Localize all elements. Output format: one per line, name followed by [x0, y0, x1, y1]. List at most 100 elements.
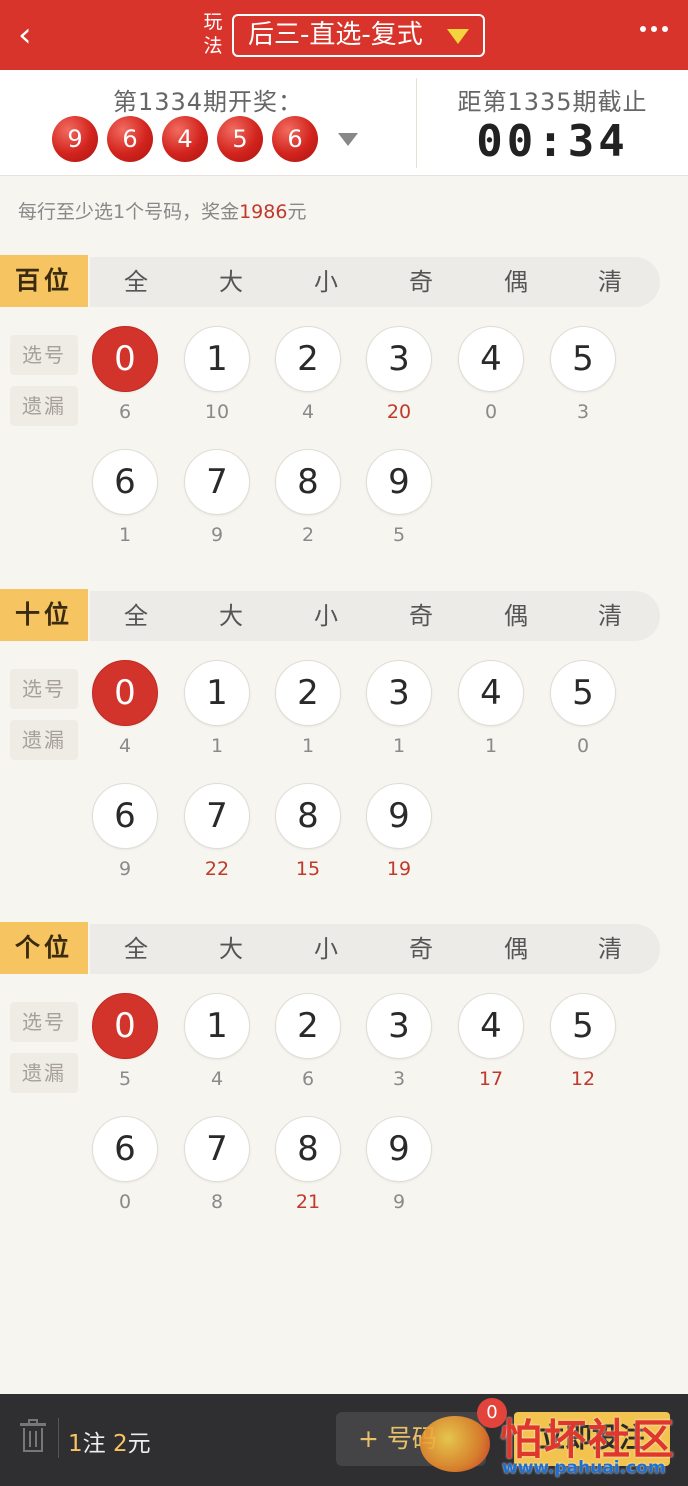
last-draw-balls: 9 6 4 5 6	[52, 116, 327, 164]
play-type-dropdown[interactable]: 后三-直选-复式	[232, 14, 485, 57]
quick-select-bar: 全大小奇偶清	[90, 257, 660, 307]
missing-count: 12	[570, 1068, 596, 1090]
missing-count: 3	[392, 1068, 406, 1090]
number-ball[interactable]: 9	[366, 783, 432, 849]
number-ball[interactable]: 7	[184, 783, 250, 849]
number-ball[interactable]: 0	[92, 326, 158, 392]
missing-count: 10	[204, 401, 230, 423]
selection-hint: 每行至少选1个号码，奖金1986元	[18, 197, 306, 224]
hint-suffix: 元	[287, 201, 307, 223]
number-ball[interactable]: 8	[275, 783, 341, 849]
missing-count: 0	[484, 401, 498, 423]
next-draw-title: 距第1335期截止	[457, 88, 648, 116]
quick-select-button[interactable]: 偶	[486, 924, 546, 974]
missing-count: 4	[118, 735, 132, 757]
quick-select-button[interactable]: 小	[296, 924, 356, 974]
number-ball[interactable]: 9	[366, 1116, 432, 1182]
quick-select-button[interactable]: 偶	[486, 591, 546, 641]
missing-count: 1	[484, 735, 498, 757]
more-icon[interactable]	[640, 26, 668, 34]
quick-select-button[interactable]: 大	[201, 257, 261, 307]
number-ball[interactable]: 4	[458, 993, 524, 1059]
missing-count: 21	[295, 1191, 321, 1213]
number-ball[interactable]: 7	[184, 1116, 250, 1182]
missing-count: 2	[301, 524, 315, 546]
missing-count: 5	[392, 524, 406, 546]
quick-select-bar: 全大小奇偶清	[90, 591, 660, 641]
missing-count: 0	[576, 735, 590, 757]
number-ball[interactable]: 5	[550, 993, 616, 1059]
number-ball[interactable]: 4	[458, 660, 524, 726]
expand-history-icon[interactable]	[338, 133, 358, 146]
missing-count: 1	[301, 735, 315, 757]
bet-unit: 注	[82, 1431, 106, 1457]
quick-select-button[interactable]: 大	[201, 591, 261, 641]
number-ball[interactable]: 8	[275, 449, 341, 515]
number-ball[interactable]: 3	[366, 326, 432, 392]
quick-select-button[interactable]: 全	[106, 591, 166, 641]
number-ball[interactable]: 5	[550, 326, 616, 392]
number-ball[interactable]: 6	[92, 783, 158, 849]
quick-select-button[interactable]: 清	[580, 257, 640, 307]
last-draw-title: 第1334期开奖：	[112, 88, 304, 116]
number-ball[interactable]: 4	[458, 326, 524, 392]
quick-select-button[interactable]: 全	[106, 257, 166, 307]
missing-count: 15	[295, 858, 321, 880]
quick-select-button[interactable]: 小	[296, 591, 356, 641]
place-bet-button[interactable]: 立即投注	[514, 1412, 670, 1466]
number-ball[interactable]: 5	[550, 660, 616, 726]
missing-count: 1	[210, 735, 224, 757]
number-ball[interactable]: 6	[92, 1116, 158, 1182]
missing-tag: 遗漏	[10, 1053, 78, 1093]
quick-select-button[interactable]: 清	[580, 591, 640, 641]
quick-select-bar: 全大小奇偶清	[90, 924, 660, 974]
basket-count-badge: 0	[477, 1398, 507, 1428]
back-arrow-icon[interactable]: ‹	[18, 18, 48, 52]
quick-select-button[interactable]: 大	[201, 924, 261, 974]
number-ball[interactable]: 1	[184, 660, 250, 726]
number-ball[interactable]: 0	[92, 660, 158, 726]
missing-count: 1	[392, 735, 406, 757]
number-ball[interactable]: 8	[275, 1116, 341, 1182]
select-tag: 选号	[10, 335, 78, 375]
number-ball[interactable]: 2	[275, 660, 341, 726]
select-tag: 选号	[10, 1002, 78, 1042]
number-ball[interactable]: 6	[92, 449, 158, 515]
missing-count: 3	[576, 401, 590, 423]
quick-select-button[interactable]: 小	[296, 257, 356, 307]
missing-tag: 遗漏	[10, 386, 78, 426]
countdown-timer: 00:34	[476, 116, 629, 167]
hint-prize: 1986	[239, 201, 288, 223]
number-ball[interactable]: 3	[366, 660, 432, 726]
quick-select-button[interactable]: 奇	[391, 591, 451, 641]
missing-count: 6	[301, 1068, 315, 1090]
missing-count: 8	[210, 1191, 224, 1213]
add-to-basket-button[interactable]: + 号码	[336, 1412, 486, 1466]
divider	[58, 1418, 59, 1458]
number-ball[interactable]: 1	[184, 993, 250, 1059]
number-ball[interactable]: 0	[92, 993, 158, 1059]
missing-count: 22	[204, 858, 230, 880]
number-ball[interactable]: 2	[275, 993, 341, 1059]
missing-count: 5	[118, 1068, 132, 1090]
trash-icon[interactable]	[20, 1419, 46, 1453]
quick-select-button[interactable]: 奇	[391, 924, 451, 974]
number-ball[interactable]: 9	[366, 449, 432, 515]
bet-count: 1	[68, 1431, 83, 1457]
quick-select-button[interactable]: 奇	[391, 257, 451, 307]
position-label: 十位	[0, 589, 88, 641]
missing-count: 9	[392, 1191, 406, 1213]
number-ball[interactable]: 3	[366, 993, 432, 1059]
play-mode-label-top: 玩	[203, 11, 223, 33]
draw-ball: 4	[162, 116, 208, 162]
select-tag: 选号	[10, 669, 78, 709]
missing-count: 9	[210, 524, 224, 546]
play-mode-label-bottom: 法	[203, 35, 223, 57]
bet-amount: 2	[112, 1431, 128, 1457]
quick-select-button[interactable]: 清	[580, 924, 640, 974]
quick-select-button[interactable]: 偶	[486, 257, 546, 307]
number-ball[interactable]: 7	[184, 449, 250, 515]
number-ball[interactable]: 1	[184, 326, 250, 392]
quick-select-button[interactable]: 全	[106, 924, 166, 974]
number-ball[interactable]: 2	[275, 326, 341, 392]
